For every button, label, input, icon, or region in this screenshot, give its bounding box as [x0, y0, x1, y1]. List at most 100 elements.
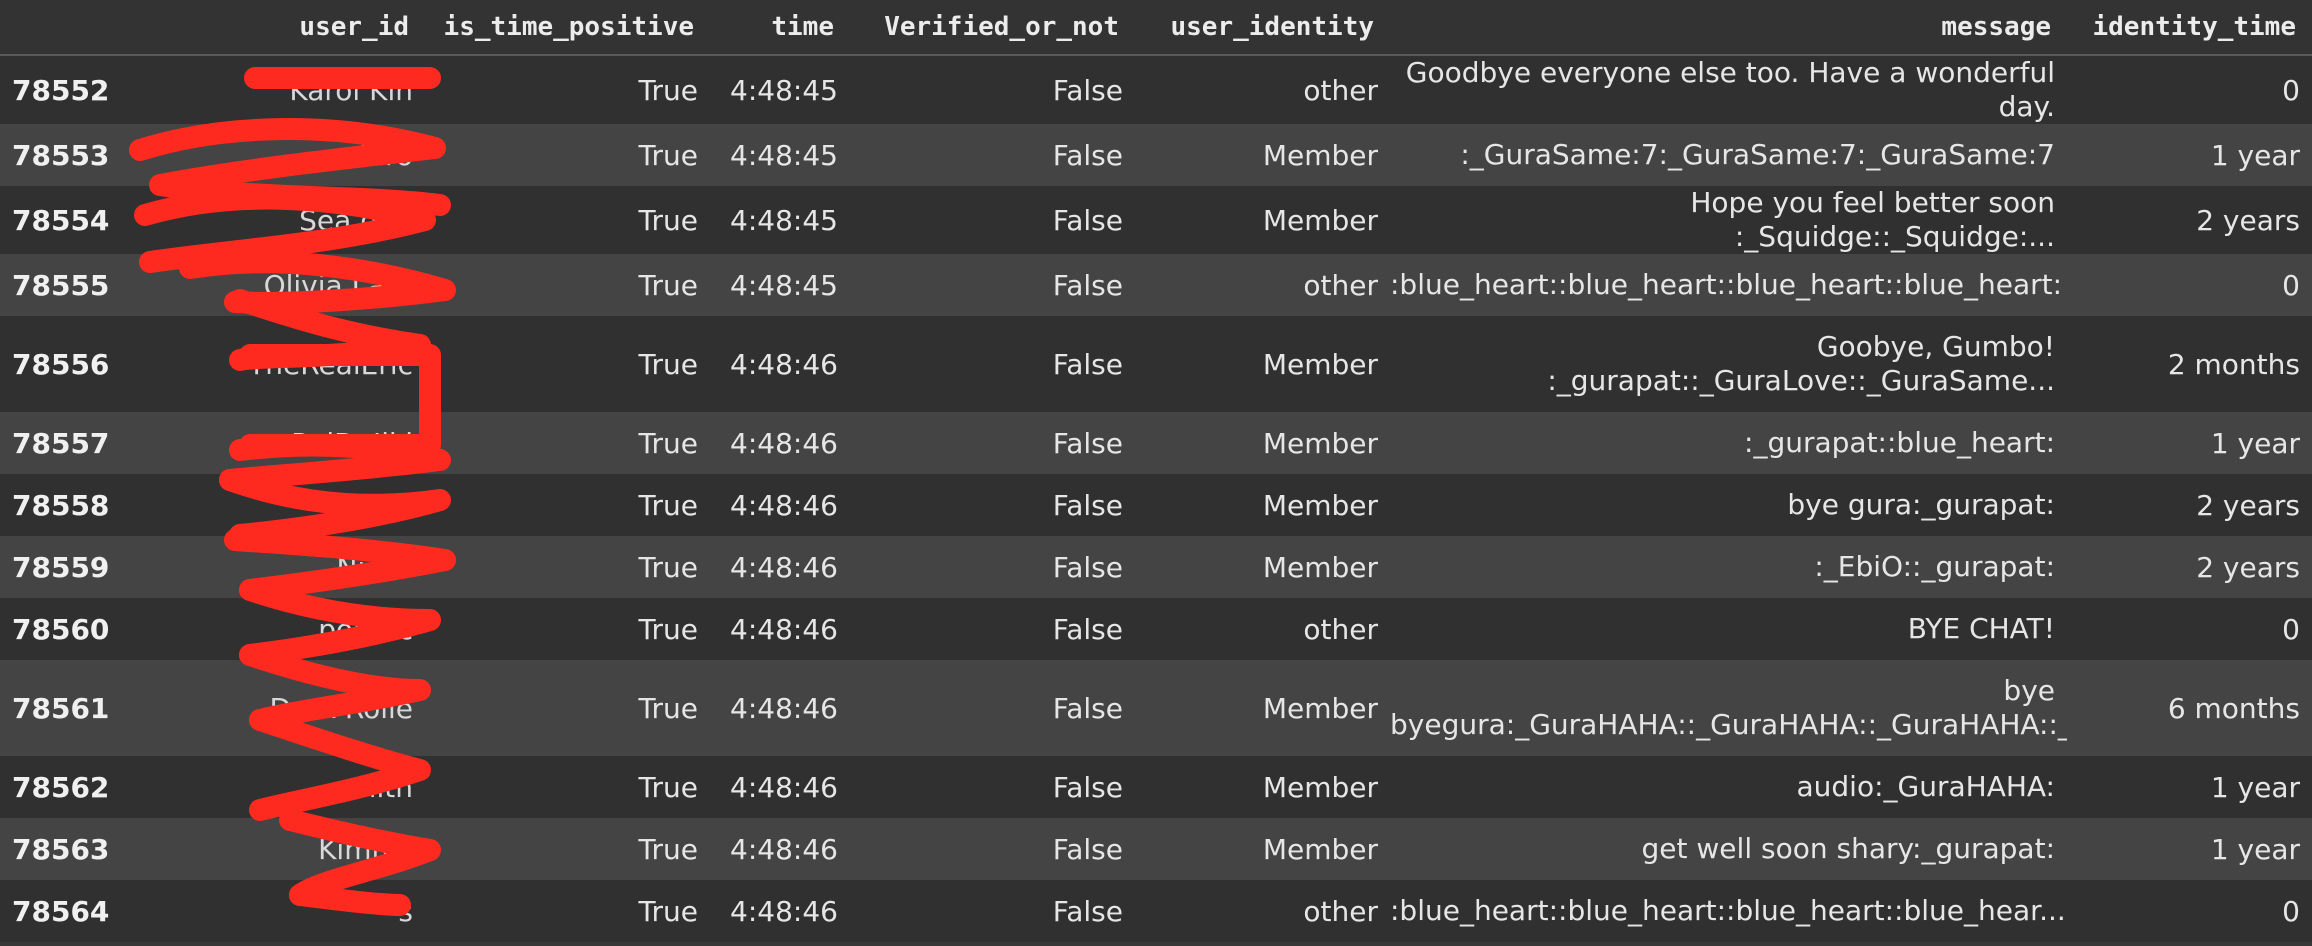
- cell-user-id: Dark Rolie: [269, 691, 413, 725]
- cell-is-time-positive: True: [638, 770, 698, 804]
- cell-user-id: Nicko: [336, 550, 413, 584]
- cell-message: Goodbye everyone else too. Have a wonder…: [1405, 56, 2055, 123]
- column-header-identity-time: identity_time: [2067, 0, 2312, 56]
- cell-message: bye byegura:_GuraHAHA::_GuraHAHA::_GuraH…: [1390, 660, 2067, 756]
- cell-identity-time: 6 months: [2167, 691, 2300, 725]
- cell-is-time-positive: True: [638, 691, 698, 725]
- table-row: 78552 Karol Kin True 4:48:45 False other…: [0, 55, 2312, 124]
- cell-identity-time: 2 years: [2196, 550, 2300, 584]
- table-body: 78552 Karol Kin True 4:48:45 False other…: [0, 55, 2312, 942]
- column-header-time: time: [710, 0, 850, 56]
- row-index: 78561: [12, 691, 110, 725]
- row-index: 78556: [12, 347, 110, 381]
- cell-user-id: 9lith: [350, 770, 413, 804]
- cell-user-id: RolDeJiki: [291, 426, 413, 460]
- cell-message: :_gurapat::blue_heart:: [1744, 426, 2055, 459]
- cell-message: :blue_heart::blue_heart::blue_heart::blu…: [1390, 268, 2063, 301]
- cell-user-identity: other: [1303, 73, 1378, 107]
- cell-identity-time: 0: [2282, 894, 2300, 928]
- cell-is-time-positive: True: [638, 138, 698, 172]
- row-index: 78558: [12, 488, 110, 522]
- cell-time: 4:48:46: [730, 426, 838, 460]
- cell-user-identity: other: [1303, 268, 1378, 302]
- row-index: 78553: [12, 138, 110, 172]
- cell-identity-time: 0: [2282, 612, 2300, 646]
- cell-time: 4:48:46: [730, 770, 838, 804]
- column-header-user-identity: user_identity: [1135, 0, 1390, 56]
- table-row: 78554 Sea dep True 4:48:45 False Member …: [0, 186, 2312, 254]
- message-line: bye: [2003, 674, 2055, 707]
- cell-user-identity: Member: [1262, 203, 1378, 237]
- cell-user-identity: Member: [1262, 138, 1378, 172]
- row-index: 78552: [12, 73, 110, 107]
- cell-user-identity: Member: [1262, 347, 1378, 381]
- cell-user-identity: Member: [1262, 488, 1378, 522]
- cell-is-time-positive: True: [638, 73, 698, 107]
- table-row: 78555 Olivia Lara True 4:48:45 False oth…: [0, 254, 2312, 316]
- cell-message: get well soon shary:_gurapat:: [1641, 832, 2055, 865]
- cell-is-time-positive: True: [638, 488, 698, 522]
- cell-time: 4:48:46: [730, 550, 838, 584]
- cell-user-identity: Member: [1262, 770, 1378, 804]
- cell-user-id: TheRealEric: [248, 347, 413, 381]
- cell-is-time-positive: True: [638, 203, 698, 237]
- cell-verified: False: [1052, 73, 1123, 107]
- cell-message: audio:_GuraHAHA:: [1796, 770, 2056, 803]
- cell-verified: False: [1052, 347, 1123, 381]
- cell-verified: False: [1052, 832, 1123, 866]
- column-header-verified: Verified_or_not: [850, 0, 1135, 56]
- cell-identity-time: 2 years: [2196, 488, 2300, 522]
- table-row: 78556 TheRealEric True 4:48:46 False Mem…: [0, 316, 2312, 412]
- cell-user-id: Karol Kin: [289, 73, 413, 107]
- cell-verified: False: [1052, 550, 1123, 584]
- cell-user-identity: Member: [1262, 832, 1378, 866]
- cell-verified: False: [1052, 770, 1123, 804]
- column-header-message: message: [1390, 0, 2067, 56]
- cell-time: 4:48:46: [730, 832, 838, 866]
- row-index: 78563: [12, 832, 110, 866]
- cell-message: Hope you feel better soon :_Squidge::_Sq…: [1690, 186, 2055, 253]
- cell-is-time-positive: True: [638, 832, 698, 866]
- cell-message: :blue_heart::blue_heart::blue_heart::blu…: [1390, 894, 2066, 927]
- row-index: 78555: [12, 268, 110, 302]
- row-index: 78560: [12, 612, 110, 646]
- cell-time: 4:48:45: [730, 73, 838, 107]
- cell-time: 4:48:45: [730, 203, 838, 237]
- cell-verified: False: [1052, 203, 1123, 237]
- cell-time: 4:48:46: [730, 612, 838, 646]
- cell-message: bye gura:_gurapat:: [1787, 488, 2055, 521]
- cell-time: 4:48:45: [730, 268, 838, 302]
- cell-user-id: Kimiya: [318, 832, 413, 866]
- table-row: 78560 pomac True 4:48:46 False other BYE…: [0, 598, 2312, 660]
- table-row: 78562 9lith True 4:48:46 False Member au…: [0, 756, 2312, 818]
- cell-is-time-positive: True: [638, 426, 698, 460]
- cell-message: :_GuraSame:7:_GuraSame:7:_GuraSame:7: [1460, 138, 2055, 171]
- cell-identity-time: 0: [2282, 268, 2300, 302]
- cell-is-time-positive: True: [638, 550, 698, 584]
- cell-message: :_EbiO::_gurapat:: [1814, 550, 2055, 583]
- table-row: 78559 Nicko True 4:48:46 False Member :_…: [0, 536, 2312, 598]
- row-index: 78564: [12, 894, 110, 928]
- cell-user-identity: Member: [1262, 550, 1378, 584]
- cell-user-id: s: [398, 894, 413, 928]
- dataframe-table: user_id is_time_positive time Verified_o…: [0, 0, 2312, 942]
- cell-user-id: Kiro: [358, 138, 413, 172]
- row-index: 78562: [12, 770, 110, 804]
- cell-user-identity: other: [1303, 612, 1378, 646]
- cell-user-identity: Member: [1262, 426, 1378, 460]
- table-row: 78563 Kimiya True 4:48:46 False Member g…: [0, 818, 2312, 880]
- cell-time: 4:48:46: [730, 894, 838, 928]
- message-line: :_gurapat::_GuraLove::_GuraSame...: [1547, 364, 2055, 397]
- cell-time: 4:48:46: [730, 488, 838, 522]
- cell-identity-time: 1 year: [2210, 770, 2300, 804]
- message-line: byegura:_GuraHAHA::_GuraHAHA::_GuraHAHA:…: [1390, 708, 2067, 741]
- column-header-user-id: user_id: [130, 0, 425, 56]
- row-index: 78559: [12, 550, 110, 584]
- cell-time: 4:48:46: [730, 691, 838, 725]
- cell-identity-time: 0: [2282, 73, 2300, 107]
- cell-message: BYE CHAT!: [1907, 612, 2055, 645]
- table-row: 78558 Mayu True 4:48:46 False Member bye…: [0, 474, 2312, 536]
- cell-message: Goobye, Gumbo! :_gurapat::_GuraLove::_Gu…: [1390, 316, 2067, 412]
- cell-verified: False: [1052, 138, 1123, 172]
- column-header-is-time-positive: is_time_positive: [425, 0, 710, 56]
